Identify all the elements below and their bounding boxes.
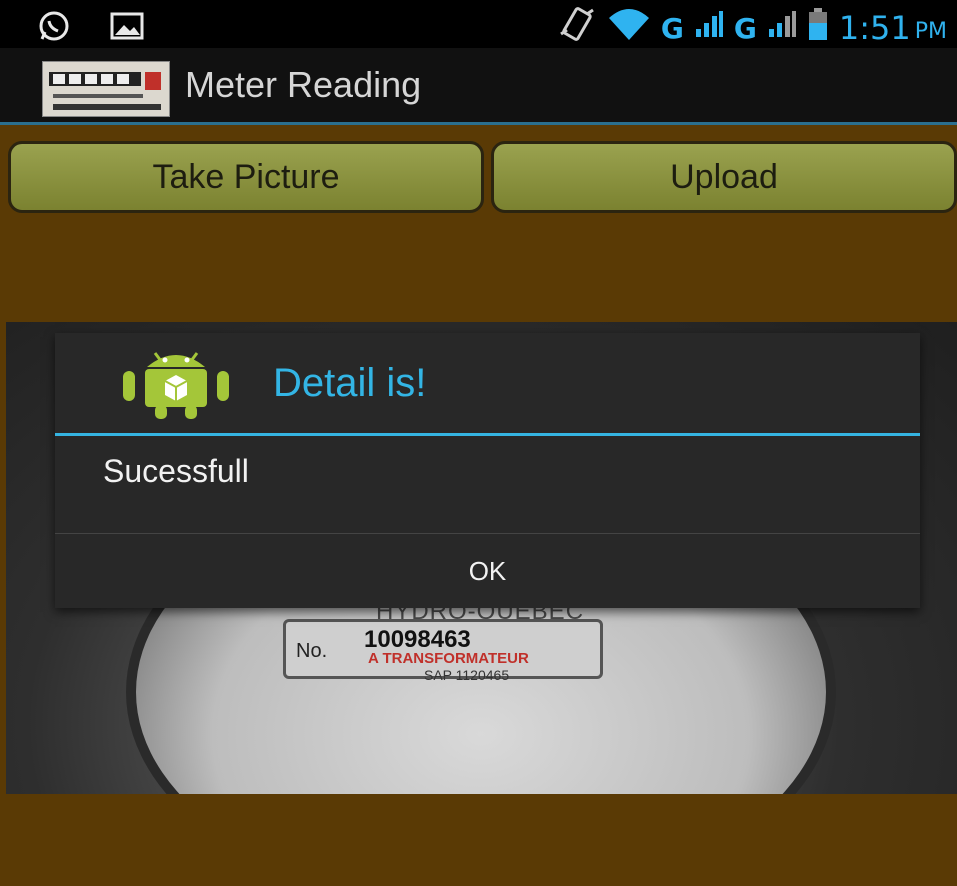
android-icon (121, 347, 231, 419)
upload-button[interactable]: Upload (491, 141, 957, 213)
signal-icon-2 (767, 9, 797, 47)
wifi-icon (607, 6, 651, 50)
app-title: Meter Reading (185, 64, 422, 105)
clock-ampm: PM (914, 18, 947, 44)
status-bar: G G 1:51 PM (0, 0, 957, 48)
network-type-label-2: G (733, 11, 757, 45)
whatsapp-icon (38, 10, 70, 46)
network-type-label: G (660, 11, 684, 45)
image-icon (110, 11, 144, 45)
meter-sap-text: SAP 1120465 (424, 667, 510, 683)
vibrate-icon (557, 6, 597, 50)
meter-transformer-text: A TRANSFORMATEUR (368, 650, 529, 667)
alert-dialog: Detail is! Sucessfull OK (55, 333, 920, 608)
dialog-header: Detail is! (55, 333, 920, 436)
action-bar: Meter Reading (0, 48, 957, 125)
meter-app-icon[interactable] (42, 61, 170, 117)
signal-icon (694, 9, 724, 47)
dialog-title: Detail is! (273, 361, 427, 405)
dialog-message: Sucessfull (103, 453, 249, 489)
ok-button[interactable]: OK (55, 534, 920, 608)
take-picture-button[interactable]: Take Picture (8, 141, 484, 213)
clock-time: 1:51 (838, 9, 911, 47)
meter-no-label: No. (296, 640, 328, 662)
battery-icon (807, 7, 829, 49)
